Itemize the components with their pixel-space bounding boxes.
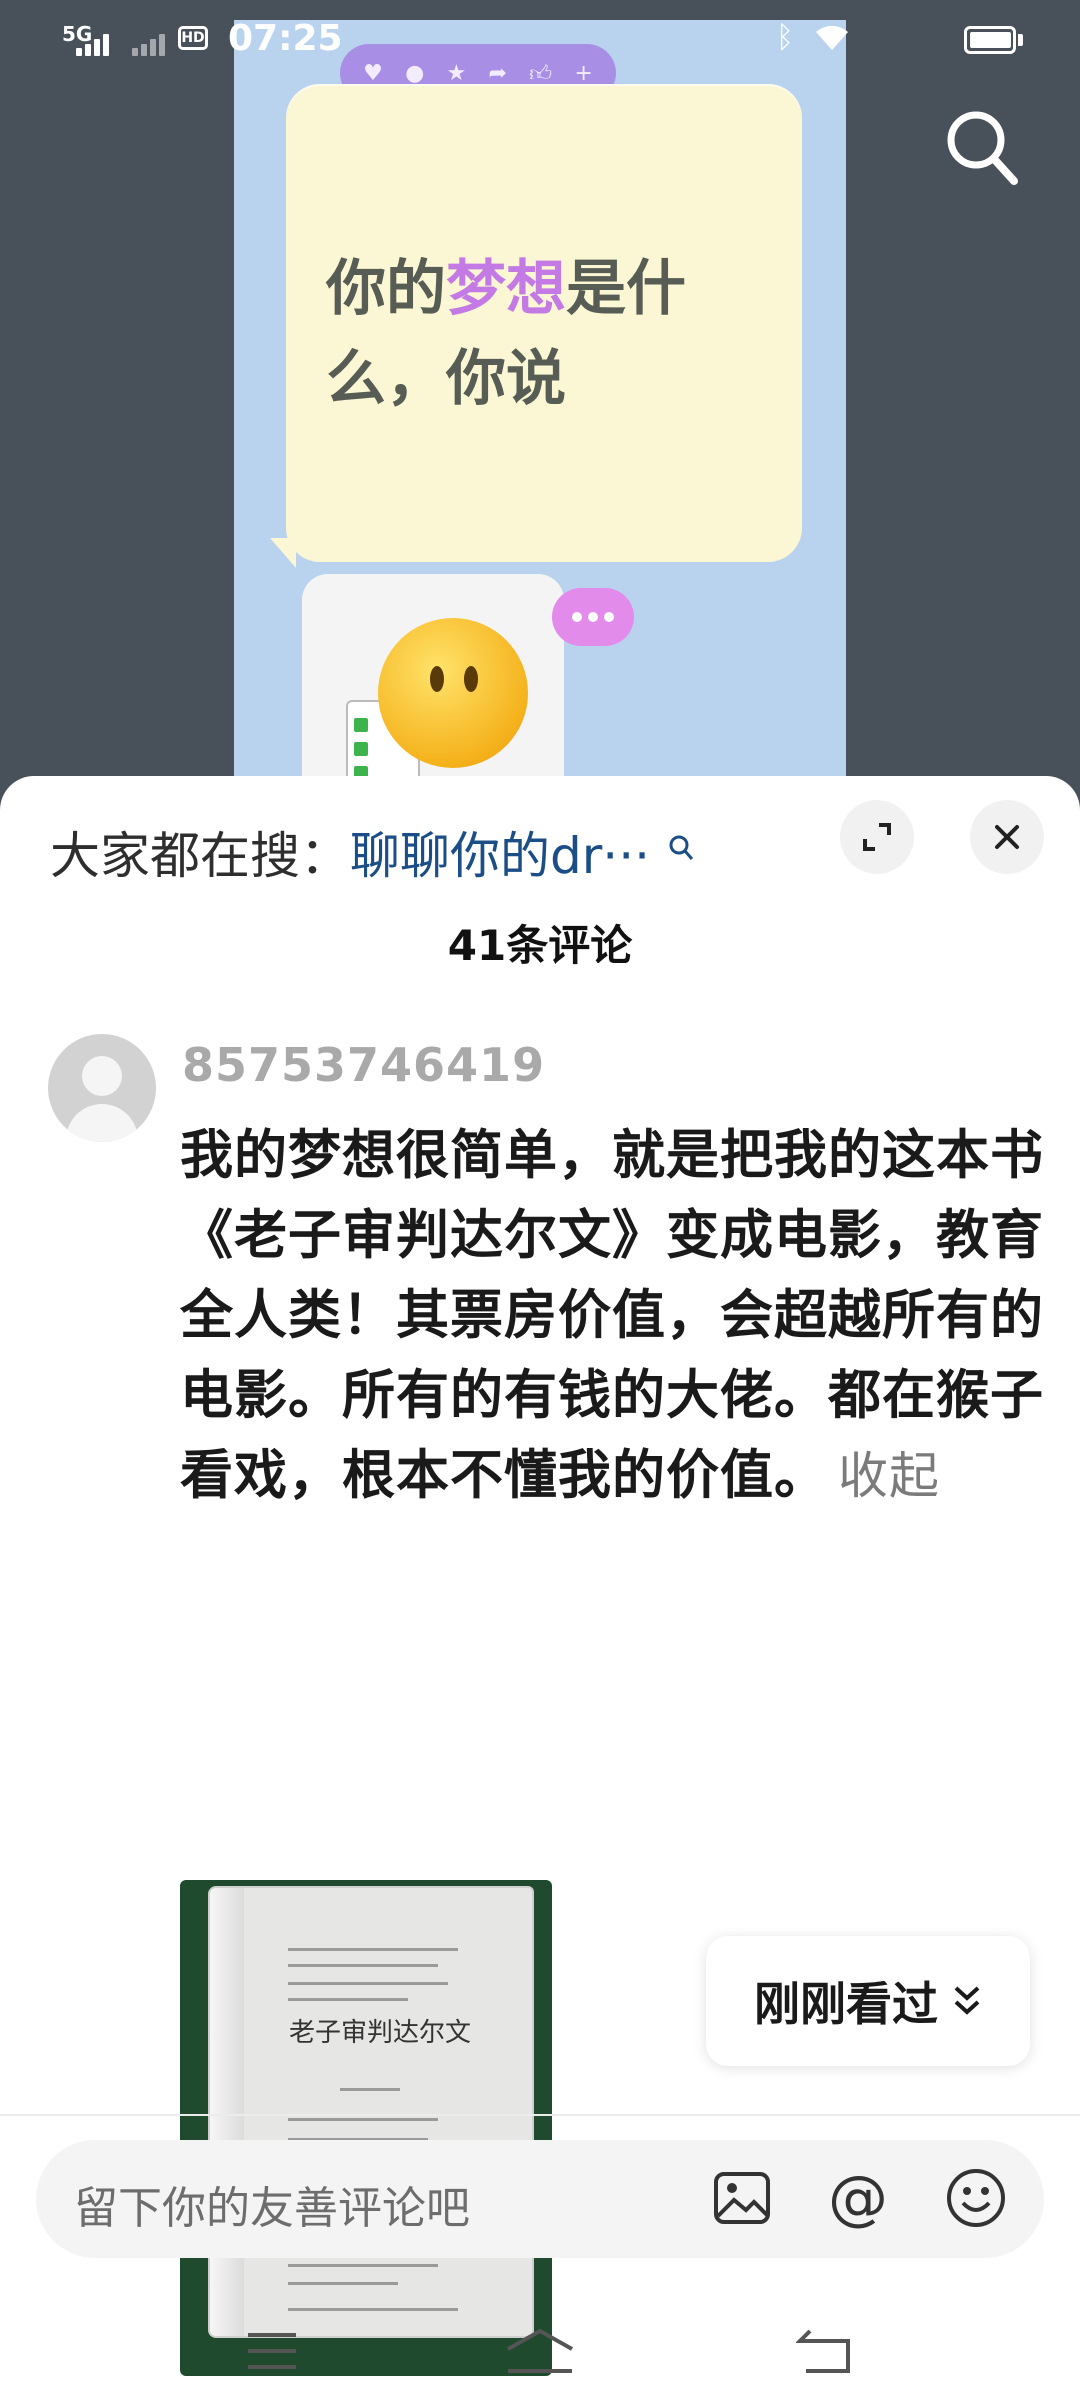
book-document: 老子审判达尔文	[210, 1888, 532, 2336]
bluetooth-icon: ᛒ	[776, 20, 794, 55]
book-title: 老子审判达尔文	[288, 2018, 471, 2048]
clock: 07:25	[228, 18, 343, 59]
comment-input[interactable]: 留下你的友善评论吧 @	[36, 2140, 1044, 2258]
divider	[0, 2114, 1080, 2116]
comment-input-placeholder[interactable]: 留下你的友善评论吧	[74, 2172, 470, 2236]
hd-icon: HD	[178, 26, 208, 50]
battery-icon	[964, 26, 1016, 54]
hot-search[interactable]: 大家都在搜：聊聊你的dr···	[50, 816, 694, 888]
menu-icon[interactable]	[232, 2316, 312, 2386]
collapse-link[interactable]: 收起	[838, 1447, 940, 1505]
recently-viewed-button[interactable]: 刚刚看过	[706, 1936, 1030, 2066]
emoji-icon[interactable]	[940, 2162, 1012, 2234]
video-background[interactable]: ♥ ● ★ ➦ 👍︎ + 你的梦想是什么，你说	[0, 0, 1080, 804]
signal-icon	[76, 32, 116, 56]
double-chevron-down-icon	[954, 1986, 980, 2015]
video-frame: ♥ ● ★ ➦ 👍︎ + 你的梦想是什么，你说	[234, 20, 846, 804]
comment-username[interactable]: 85753746419	[182, 1038, 545, 1092]
comment-text: 我的梦想很简单，就是把我的这本书《老子审判达尔文》变成电影，教育全人类！其票房价…	[180, 1116, 1050, 1516]
signal-icon-2	[132, 32, 172, 56]
search-icon[interactable]	[944, 108, 1020, 188]
mention-icon[interactable]: @	[822, 2162, 894, 2234]
note-highlight: 梦想	[446, 254, 566, 324]
comment-sheet: 大家都在搜：聊聊你的dr··· 41条评论 85753746419 我的梦想很简…	[0, 776, 1080, 2408]
system-nav-bar	[0, 2296, 1080, 2408]
note-text: 你的梦想是什么，你说	[326, 254, 686, 414]
expand-icon	[863, 823, 891, 851]
expand-button[interactable]	[840, 800, 914, 874]
close-button[interactable]	[970, 800, 1044, 874]
image-icon[interactable]	[706, 2162, 778, 2234]
comments-count: 41条评论	[447, 921, 633, 970]
status-bar: 5G HD 07:25 ᛒ	[0, 0, 1080, 80]
recently-viewed-label: 刚刚看过	[754, 1977, 938, 2031]
wifi-icon	[814, 22, 850, 56]
hot-search-keyword: 聊聊你的dr···	[350, 827, 650, 885]
home-icon[interactable]	[500, 2316, 580, 2386]
note-card: 你的梦想是什么，你说	[286, 84, 802, 562]
avatar[interactable]	[48, 1034, 156, 1142]
chat-bubble-icon	[552, 588, 634, 646]
melting-face-emoji	[378, 618, 528, 768]
search-small-icon	[668, 816, 694, 874]
back-icon[interactable]	[784, 2316, 864, 2386]
close-icon	[995, 825, 1019, 849]
